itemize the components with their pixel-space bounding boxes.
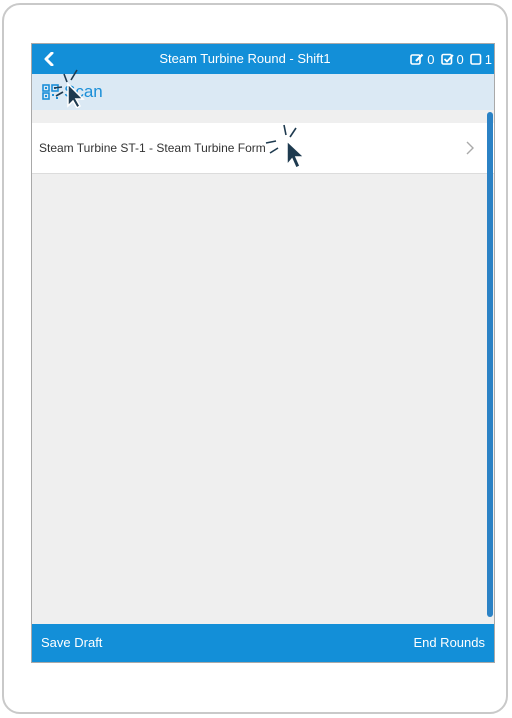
status-counters: 0 0 1 [404, 44, 492, 74]
checkbox-empty-icon [469, 53, 482, 65]
edited-counter: 0 [410, 51, 435, 67]
header-bar: Steam Turbine Round - Shift1 0 0 1 [32, 44, 494, 74]
completed-count: 0 [456, 51, 464, 67]
tablet-frame: Steam Turbine Round - Shift1 0 0 1 Scan … [2, 3, 508, 714]
pending-count: 1 [484, 51, 492, 67]
app-screen: Steam Turbine Round - Shift1 0 0 1 Scan … [31, 43, 495, 663]
scan-button[interactable]: Scan [42, 82, 103, 102]
edit-icon [410, 53, 424, 65]
save-draft-button[interactable]: Save Draft [41, 624, 102, 662]
scan-bar: Scan [32, 74, 494, 110]
scrollbar[interactable] [487, 112, 493, 617]
chevron-right-icon [466, 141, 474, 155]
scan-label: Scan [64, 82, 103, 101]
form-list: Steam Turbine ST-1 - Steam Turbine Form [32, 123, 494, 174]
list-item[interactable]: Steam Turbine ST-1 - Steam Turbine Form [32, 123, 494, 174]
footer-bar: Save Draft End Rounds [32, 624, 494, 662]
qr-code-icon [42, 84, 59, 100]
list-item-label: Steam Turbine ST-1 - Steam Turbine Form [39, 141, 266, 155]
completed-counter: 0 [440, 51, 464, 67]
end-rounds-button[interactable]: End Rounds [413, 624, 485, 662]
pending-counter: 1 [469, 51, 492, 67]
edited-count: 0 [427, 51, 435, 67]
checkbox-checked-icon [440, 53, 454, 65]
